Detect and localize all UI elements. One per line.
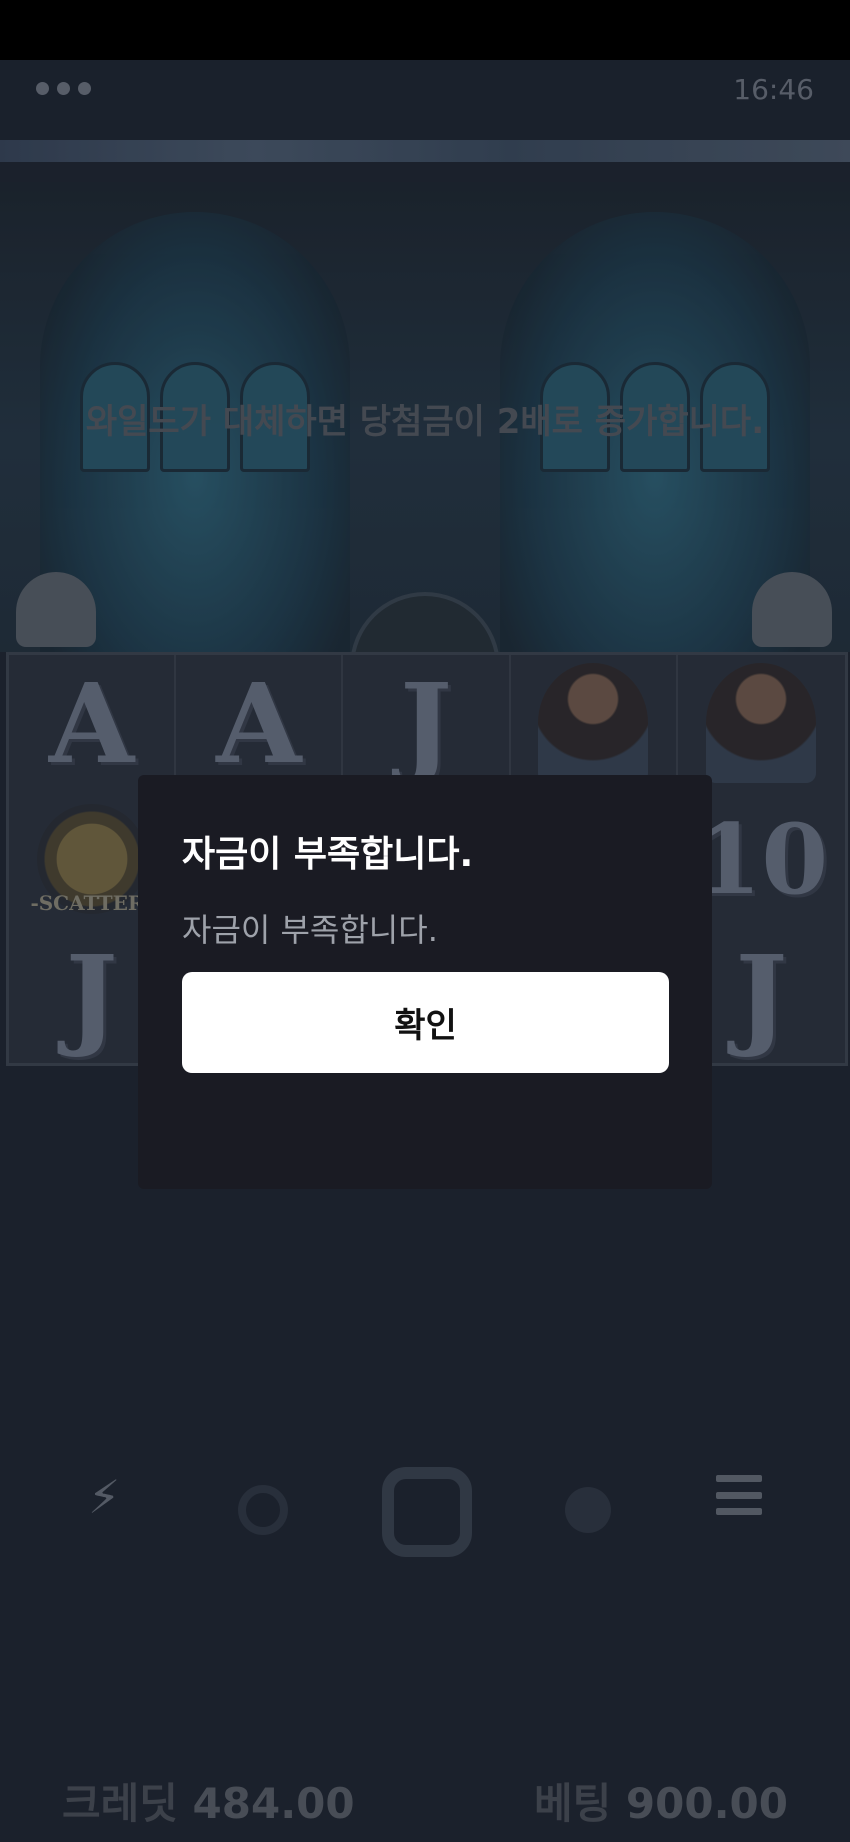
game-screen: 16:46 와일드가 대체하면 당첨금이 2배로 증가합니다. A -SCATT…: [0, 60, 850, 1842]
confirm-button[interactable]: 확인: [182, 972, 669, 1073]
status-bar: [0, 0, 850, 60]
dialog-title: 자금이 부족합니다.: [182, 834, 474, 875]
insufficient-funds-dialog: 자금이 부족합니다. 자금이 부족합니다. 확인: [138, 775, 712, 1189]
dialog-message: 자금이 부족합니다.: [182, 911, 438, 949]
